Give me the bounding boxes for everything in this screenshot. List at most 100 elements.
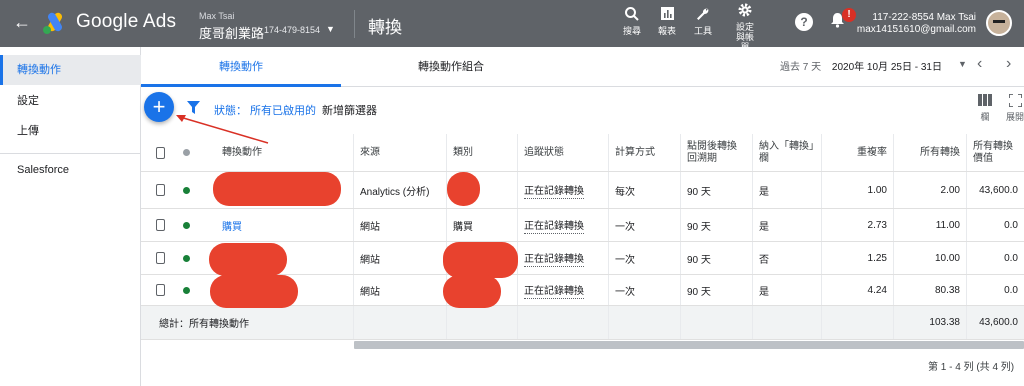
date-preset: 過去 7 天 xyxy=(780,62,822,73)
col-category[interactable]: 類別 xyxy=(447,134,518,171)
col-include-in-conversions[interactable]: 納入「轉換」欄 xyxy=(753,134,822,171)
cell-all-conversion-value: 0.0 xyxy=(967,242,1024,274)
row-checkbox[interactable] xyxy=(156,284,165,296)
cell-conversion-action[interactable]: 購買 xyxy=(201,209,354,241)
top-bar: ← Google Ads Max Tsai 度哥創業路 174-479-8154… xyxy=(0,0,1024,52)
row-select-cell xyxy=(141,172,171,208)
cell-repeat-rate: 1.00 xyxy=(822,172,894,208)
columns-button[interactable]: 欄 xyxy=(973,94,997,123)
date-range: 2020年 10月 25日 - 31日 xyxy=(831,62,942,73)
cell-all-conversion-value-text: 43,600.0 xyxy=(979,184,1018,196)
cell-all-conversions-text: 80.38 xyxy=(934,284,960,296)
sidebar-item-conversion-actions[interactable]: 轉換動作 xyxy=(0,55,141,85)
total-empty-cell xyxy=(447,306,518,339)
cell-repeat-rate: 4.24 xyxy=(822,275,894,305)
status-column xyxy=(171,134,201,171)
divider xyxy=(354,10,355,38)
cell-tracking-status-text: 正在記錄轉換 xyxy=(524,250,584,267)
status-dot-icon xyxy=(182,221,190,229)
cell-all-conversions-text: 11.00 xyxy=(935,219,960,231)
columns-label: 欄 xyxy=(980,112,990,122)
redacted-name-blob xyxy=(209,243,287,276)
table-row[interactable]: 購買 網站 購買 正在記錄轉換 一次 90 天 是 2.73 11.00 0.0 xyxy=(141,209,1024,242)
row-status-cell xyxy=(171,209,201,241)
chevron-right-icon[interactable]: › xyxy=(1006,55,1011,73)
cell-source-text: 網站 xyxy=(360,254,380,266)
avatar[interactable] xyxy=(986,10,1012,36)
cell-count-text: 一次 xyxy=(615,254,635,266)
cell-source: Analytics (分析) xyxy=(354,172,447,208)
columns-icon xyxy=(973,94,997,110)
status-filter[interactable]: 狀態： 所有已啟用的 xyxy=(214,102,316,118)
total-all-conversions: 103.38 xyxy=(894,306,967,339)
date-range-picker[interactable]: 過去 7 天 2020年 10月 25日 - 31日 xyxy=(780,58,942,73)
add-filter-button[interactable]: 新增篩選器 xyxy=(322,102,377,118)
filter-icon[interactable] xyxy=(187,101,200,114)
cell-click-through-window: 90 天 xyxy=(681,172,753,208)
cell-tracking-status-text: 正在記錄轉換 xyxy=(524,217,584,234)
cell-include-in-conversions-text: 是 xyxy=(759,221,769,233)
date-dropdown-icon[interactable]: ▼ xyxy=(958,59,967,69)
cell-all-conversion-value: 0.0 xyxy=(967,209,1024,241)
cell-tracking-status-text: 正在記錄轉換 xyxy=(524,182,584,199)
cell-all-conversion-value-text: 0.0 xyxy=(1004,284,1018,296)
cell-all-conversion-value: 43,600.0 xyxy=(967,172,1024,208)
col-all-conversions[interactable]: 所有轉換 xyxy=(894,134,967,171)
cell-repeat-rate-text: 2.73 xyxy=(867,219,887,231)
col-repeat-rate[interactable]: 重複率 xyxy=(822,134,894,171)
wrench-icon xyxy=(683,6,723,24)
col-click-through-window[interactable]: 點閱後轉換回溯期 xyxy=(681,134,753,171)
tools-button[interactable]: 工具 xyxy=(683,6,723,36)
cell-source: 網站 xyxy=(354,242,447,274)
tab-conversion-actions[interactable]: 轉換動作 xyxy=(141,47,341,87)
sidebar-item-uploads[interactable]: 上傳 xyxy=(0,116,141,146)
total-all-conversion-value: 43,600.0 xyxy=(979,317,1018,328)
notification-badge: ! xyxy=(842,8,856,22)
cell-count-text: 一次 xyxy=(615,286,635,298)
cell-click-through-window: 90 天 xyxy=(681,209,753,241)
table-total-row: 總計：所有轉換動作 103.38 43,600.0 xyxy=(141,306,1024,340)
col-source[interactable]: 來源 xyxy=(354,134,447,171)
back-arrow-icon[interactable]: ← xyxy=(13,12,31,32)
horizontal-scrollbar[interactable] xyxy=(354,341,1024,349)
cell-tracking-status: 正在記錄轉換 xyxy=(518,275,609,305)
cell-all-conversions-text: 10.00 xyxy=(934,252,960,264)
total-empty-cell xyxy=(753,306,822,339)
status-dot-icon xyxy=(182,149,190,156)
row-checkbox[interactable] xyxy=(156,219,165,231)
cell-include-in-conversions: 是 xyxy=(753,209,822,241)
cell-count-text: 一次 xyxy=(615,221,635,233)
col-count[interactable]: 計算方式 xyxy=(609,134,681,171)
sidebar-item-settings[interactable]: 設定 xyxy=(0,86,141,116)
tab-conversion-action-sets[interactable]: 轉換動作組合 xyxy=(341,47,561,87)
cell-repeat-rate-text: 1.25 xyxy=(867,252,887,264)
col-conversion-action[interactable]: 轉換動作 xyxy=(201,134,354,171)
cell-all-conversions: 11.00 xyxy=(894,209,967,241)
account-user[interactable]: Max Tsai xyxy=(199,11,234,21)
col-all-conversion-value[interactable]: 所有轉換價值 xyxy=(967,134,1024,171)
brand-name: Google Ads xyxy=(76,11,177,32)
search-button[interactable]: 搜尋 xyxy=(612,6,652,36)
sidebar: 轉換動作 設定 上傳 Salesforce xyxy=(0,47,141,386)
cell-conversion-action-text[interactable]: 購買 xyxy=(222,218,242,233)
account-id[interactable]: 174-479-8154 xyxy=(264,25,320,35)
row-checkbox[interactable] xyxy=(156,252,165,264)
user-info[interactable]: 117-222-8554 Max Tsai max14151610@gmail.… xyxy=(857,12,976,36)
cell-click-through-window: 90 天 xyxy=(681,275,753,305)
expand-button[interactable]: 展開 xyxy=(1003,93,1024,123)
col-tracking-status[interactable]: 追蹤狀態 xyxy=(518,134,609,171)
help-icon[interactable]: ? xyxy=(795,13,813,31)
settings-button[interactable]: 設定與帳單 xyxy=(725,2,765,52)
cell-tracking-status-text: 正在記錄轉換 xyxy=(524,282,584,299)
select-all-checkbox[interactable] xyxy=(141,134,171,171)
sidebar-item-salesforce[interactable]: Salesforce xyxy=(0,155,141,185)
cell-include-in-conversions: 是 xyxy=(753,275,822,305)
redacted-name-blob xyxy=(213,172,341,206)
account-dropdown-icon[interactable]: ▼ xyxy=(326,24,335,34)
redacted-category-blob xyxy=(443,242,518,278)
account-name[interactable]: 度哥創業路 xyxy=(199,23,264,42)
reports-button[interactable]: 報表 xyxy=(647,6,687,36)
row-checkbox[interactable] xyxy=(156,184,165,196)
chevron-left-icon[interactable]: ‹ xyxy=(977,55,982,73)
row-status-cell xyxy=(171,242,201,274)
